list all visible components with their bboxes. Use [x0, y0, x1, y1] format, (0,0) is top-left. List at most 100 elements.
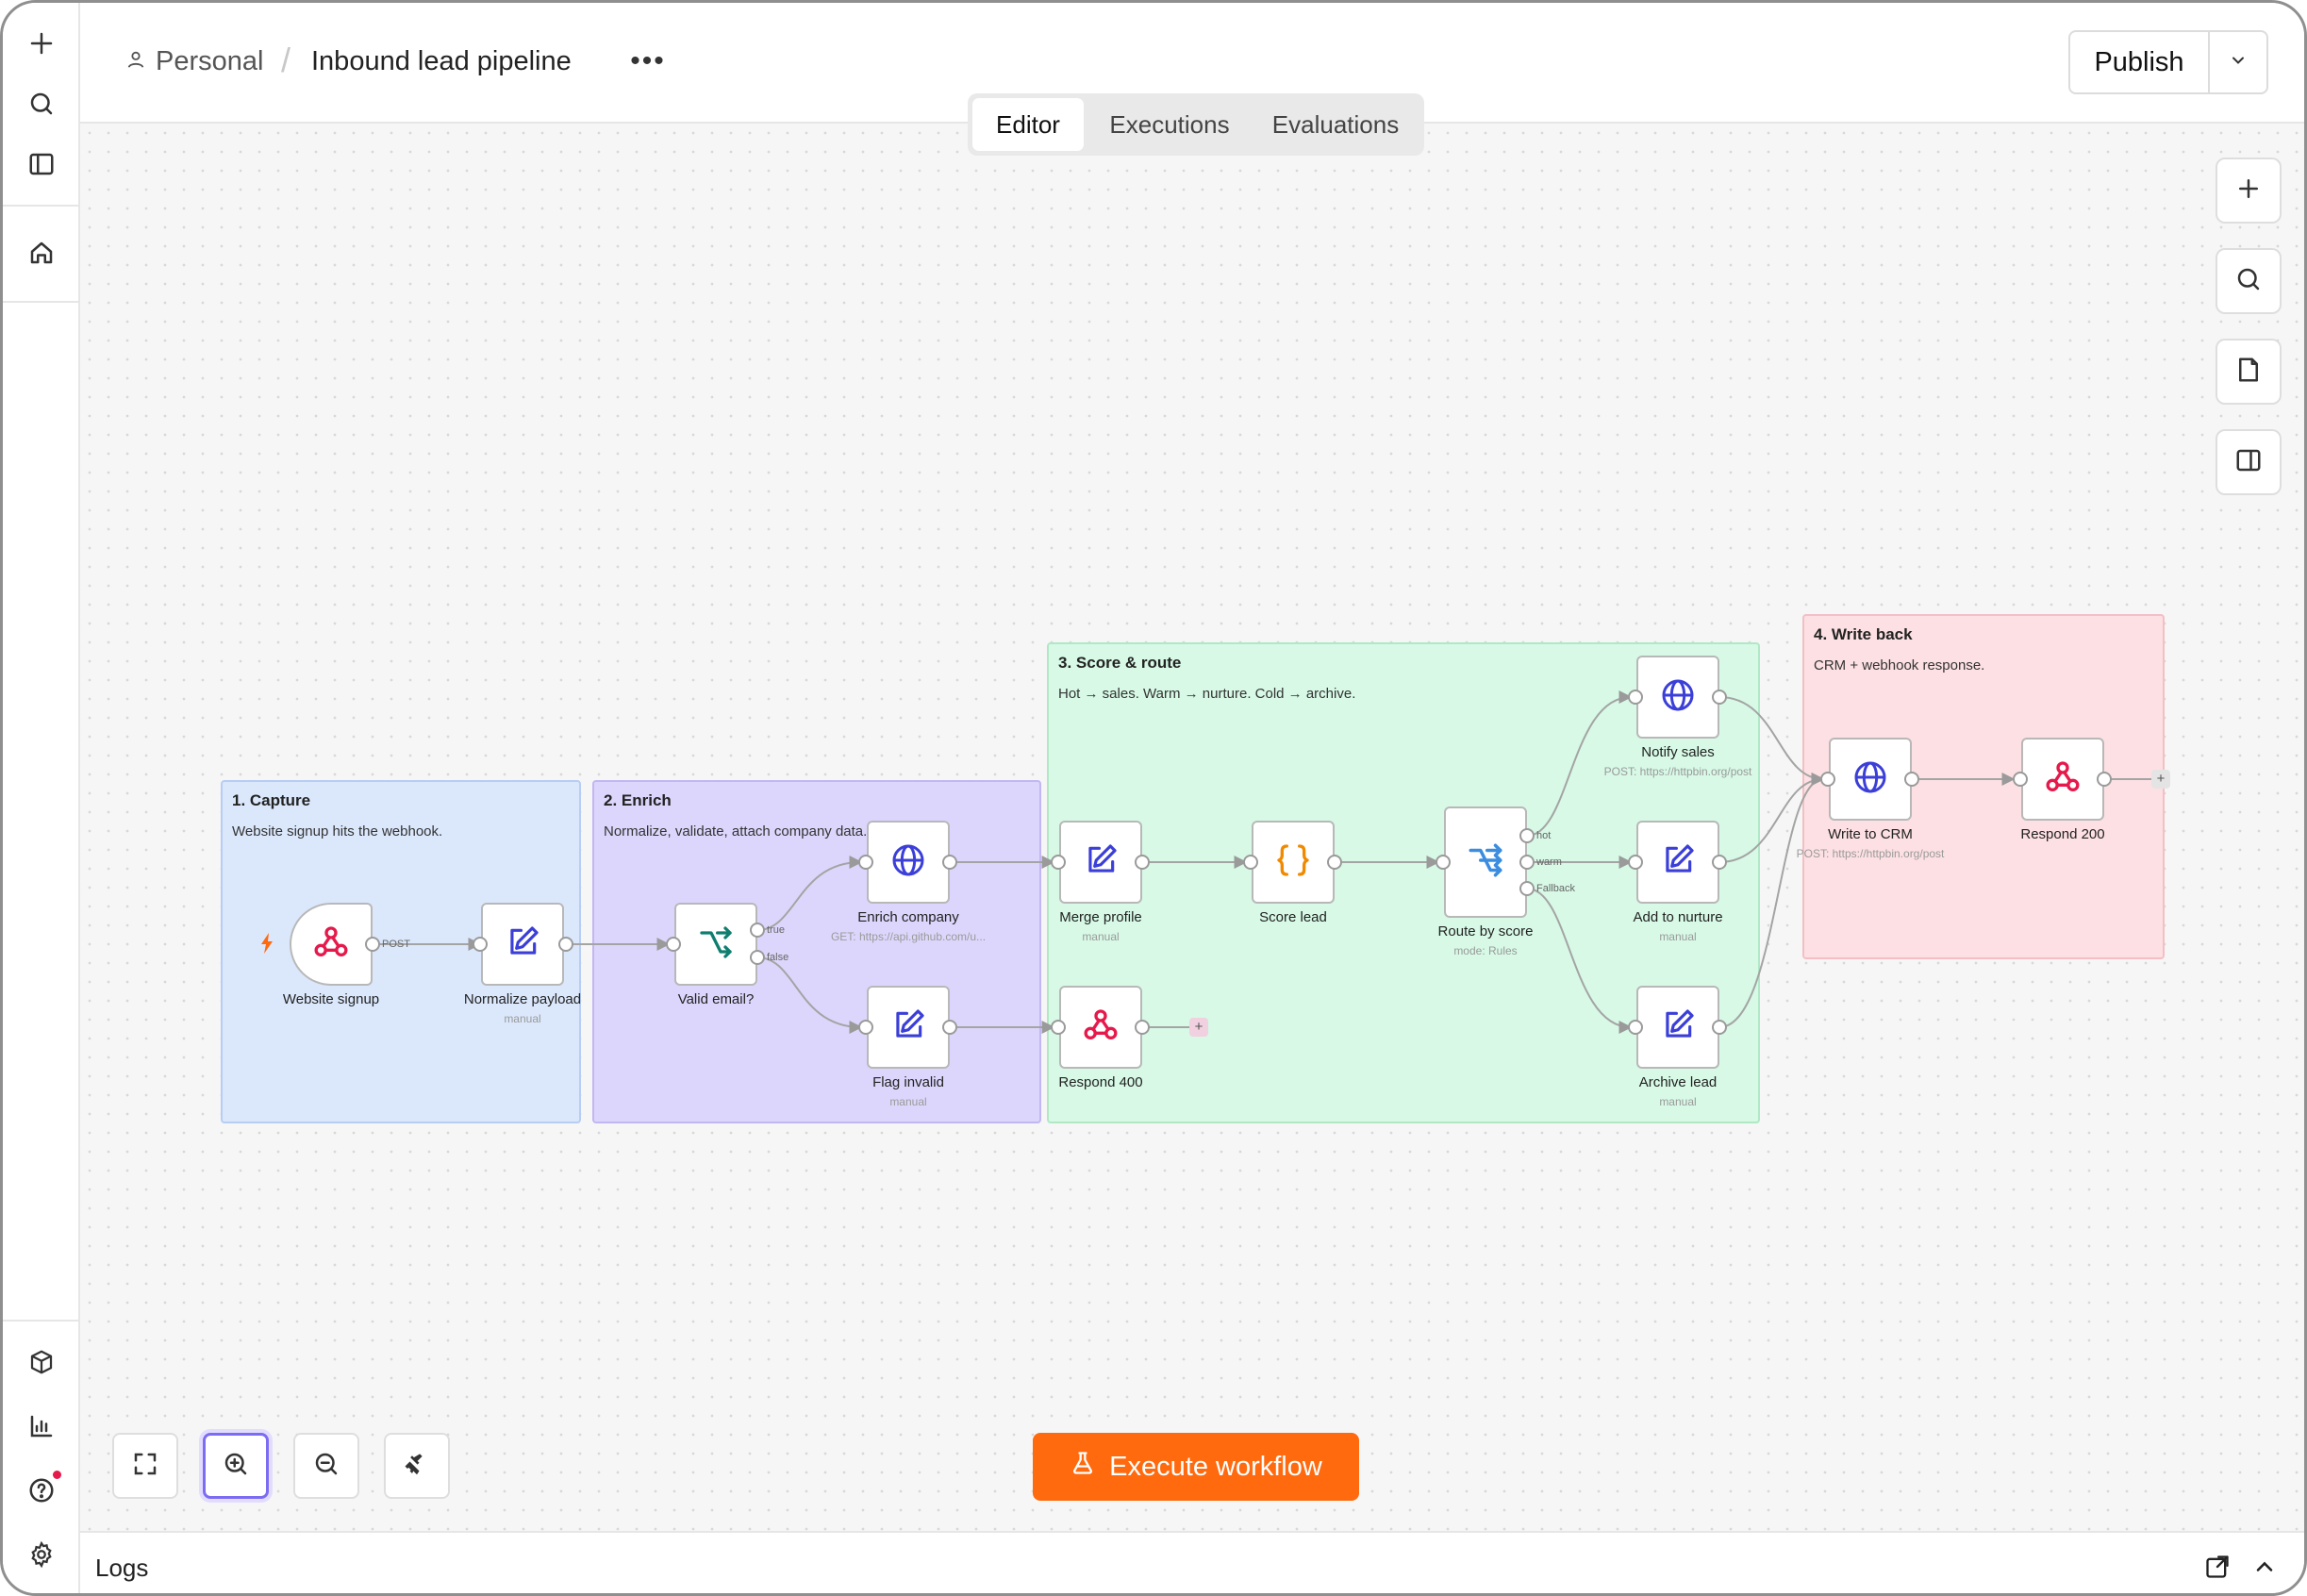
input-port[interactable] — [858, 1020, 873, 1035]
input-port[interactable] — [1628, 690, 1643, 705]
input-port[interactable] — [1436, 855, 1451, 870]
switch-icon — [1466, 840, 1505, 885]
globe-icon — [1659, 676, 1697, 719]
input-port[interactable] — [1243, 855, 1258, 870]
node-label: Notify sales — [1641, 744, 1715, 760]
output-port[interactable] — [1904, 772, 1919, 787]
workflow-title[interactable]: Inbound lead pipeline — [311, 46, 572, 77]
output-port-fallback[interactable] — [1519, 881, 1535, 896]
output-port[interactable] — [1327, 855, 1342, 870]
package-icon[interactable] — [18, 1338, 65, 1386]
zoom-in-button[interactable] — [203, 1433, 269, 1499]
zoom-out-icon — [312, 1450, 340, 1483]
logs-panel-bar[interactable]: Logs — [80, 1531, 2304, 1593]
output-port[interactable] — [1135, 855, 1150, 870]
output-port[interactable] — [558, 937, 573, 952]
search-icon[interactable] — [18, 80, 65, 127]
breadcrumb-workspace[interactable]: Personal — [125, 46, 263, 77]
node-normalize-payload[interactable] — [481, 903, 564, 986]
fullscreen-icon — [131, 1450, 159, 1483]
broom-icon — [403, 1450, 431, 1483]
node-flag-invalid[interactable] — [867, 986, 950, 1069]
add-next-node-button[interactable]: + — [1189, 1018, 1208, 1037]
edit-icon — [1660, 1007, 1696, 1048]
home-icon[interactable] — [18, 229, 65, 276]
plus-icon[interactable] — [18, 20, 65, 67]
output-port[interactable] — [942, 1020, 957, 1035]
notification-dot — [53, 1471, 61, 1479]
output-port[interactable] — [1712, 855, 1727, 870]
node-website-signup[interactable] — [290, 903, 373, 986]
input-port[interactable] — [1628, 855, 1643, 870]
output-port[interactable] — [942, 855, 957, 870]
port-label: POST — [382, 939, 410, 950]
output-port[interactable] — [2097, 772, 2112, 787]
node-respond-200[interactable] — [2021, 738, 2104, 821]
workflow-canvas[interactable]: 1. Capture Website signup hits the webho… — [80, 124, 2304, 1531]
output-port[interactable] — [1135, 1020, 1150, 1035]
user-icon — [125, 46, 146, 77]
output-port[interactable] — [1712, 690, 1727, 705]
breadcrumb-separator: / — [281, 41, 291, 79]
rail-divider — [3, 1320, 80, 1322]
node-route-by-score[interactable] — [1444, 806, 1527, 918]
webhook-icon — [1082, 1006, 1120, 1049]
node-label: Archive lead — [1638, 1074, 1718, 1090]
input-port[interactable] — [1820, 772, 1835, 787]
node-label: Respond 400 — [1058, 1074, 1143, 1090]
output-port-hot[interactable] — [1519, 828, 1535, 843]
add-next-node-button[interactable]: + — [2151, 770, 2170, 789]
node-label: Add to nurture — [1633, 909, 1723, 925]
tidy-up-button[interactable] — [384, 1433, 450, 1499]
edit-icon — [1083, 842, 1119, 883]
node-add-to-nurture[interactable] — [1636, 821, 1719, 904]
sidebar-panel-icon[interactable] — [18, 141, 65, 188]
chevron-up-icon[interactable] — [2251, 1554, 2278, 1585]
zoom-out-button[interactable] — [293, 1433, 359, 1499]
rail-divider — [3, 205, 80, 207]
output-port-warm[interactable] — [1519, 855, 1535, 870]
output-port-false[interactable] — [750, 950, 765, 965]
fit-view-button[interactable] — [112, 1433, 178, 1499]
node-score-lead[interactable] — [1252, 821, 1335, 904]
node-label: Website signup — [282, 991, 380, 1007]
input-port[interactable] — [858, 855, 873, 870]
node-label: Flag invalid — [872, 1074, 944, 1090]
node-valid-email[interactable] — [674, 903, 757, 986]
node-sublabel: manual — [1659, 930, 1697, 943]
execute-label: Execute workflow — [1109, 1451, 1322, 1482]
port-label: false — [767, 952, 789, 963]
input-port[interactable] — [473, 937, 488, 952]
tab-evaluations[interactable]: Evaluations — [1255, 98, 1416, 151]
node-merge-profile[interactable] — [1059, 821, 1142, 904]
input-port[interactable] — [1051, 855, 1066, 870]
webhook-icon — [2044, 758, 2082, 801]
input-port[interactable] — [666, 937, 681, 952]
more-options-button[interactable]: ••• — [627, 42, 669, 80]
output-port-true[interactable] — [750, 923, 765, 938]
node-enrich-company[interactable] — [867, 821, 950, 904]
node-respond-400[interactable] — [1059, 986, 1142, 1069]
edit-icon — [1660, 842, 1696, 883]
pop-out-icon[interactable] — [2204, 1554, 2231, 1585]
input-port[interactable] — [1051, 1020, 1066, 1035]
node-write-to-crm[interactable] — [1829, 738, 1912, 821]
node-archive-lead[interactable] — [1636, 986, 1719, 1069]
tab-executions[interactable]: Executions — [1089, 98, 1250, 151]
node-sublabel: manual — [1659, 1095, 1697, 1108]
publish-menu-button[interactable] — [2210, 32, 2266, 92]
globe-icon — [1851, 758, 1889, 801]
publish-button[interactable]: Publish — [2070, 32, 2210, 92]
gear-icon[interactable] — [18, 1531, 65, 1578]
output-port[interactable] — [1712, 1020, 1727, 1035]
tab-editor[interactable]: Editor — [972, 98, 1084, 151]
input-port[interactable] — [1628, 1020, 1643, 1035]
input-port[interactable] — [2013, 772, 2028, 787]
chart-icon[interactable] — [18, 1403, 65, 1450]
node-notify-sales[interactable] — [1636, 656, 1719, 739]
execute-workflow-button[interactable]: Execute workflow — [1033, 1433, 1359, 1501]
port-label: hot — [1536, 830, 1552, 841]
output-port[interactable] — [365, 937, 380, 952]
help-icon[interactable] — [18, 1467, 65, 1514]
node-sublabel: GET: https://api.github.com/u... — [830, 930, 987, 943]
